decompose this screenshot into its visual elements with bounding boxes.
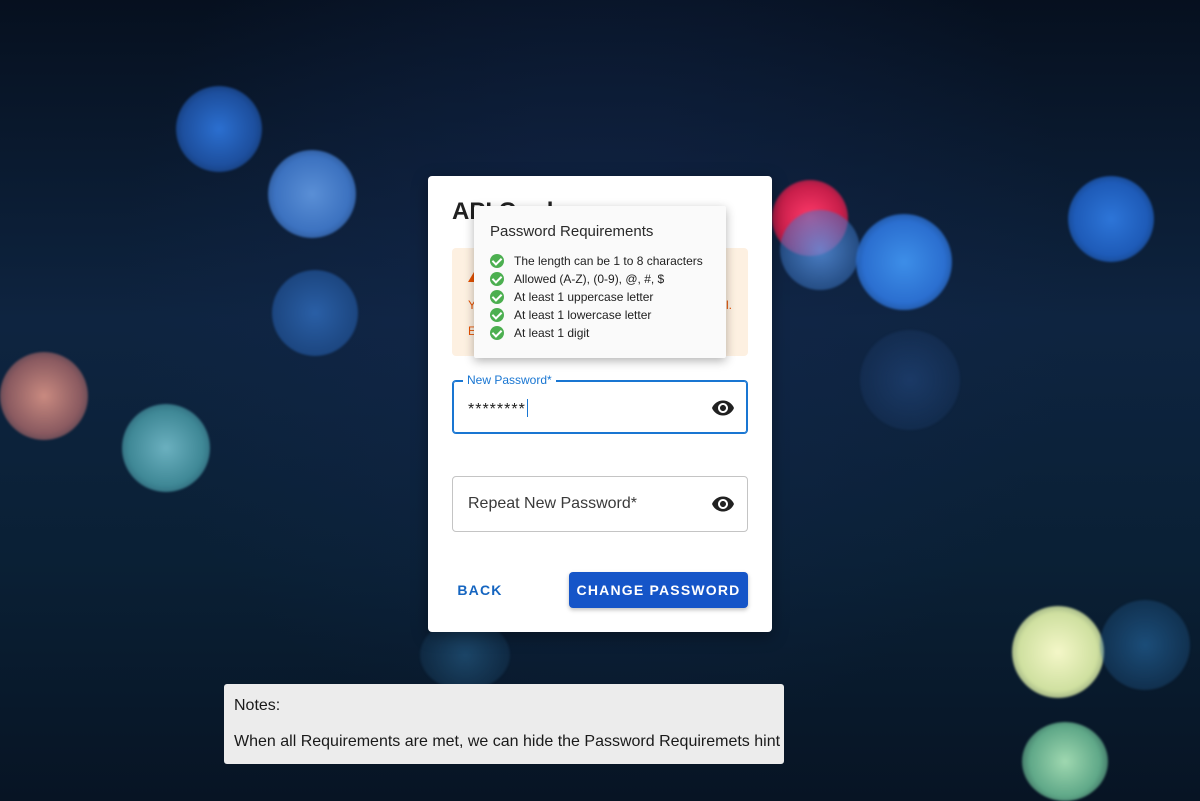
password-requirements-popover: Password Requirements The length can be …: [474, 206, 726, 358]
requirement-item: At least 1 lowercase letter: [490, 306, 703, 324]
requirement-item: The length can be 1 to 8 characters: [490, 252, 703, 270]
alert-text-tail: l.: [726, 298, 732, 312]
bokeh-light: [176, 86, 262, 172]
bokeh-light: [1068, 176, 1154, 262]
notes-body: When all Requirements are met, we can hi…: [234, 733, 781, 750]
bokeh-light: [1012, 606, 1104, 698]
requirement-text: At least 1 lowercase letter: [514, 308, 652, 322]
requirement-text: Allowed (A-Z), (0-9), @, #, $: [514, 272, 665, 286]
requirement-text: The length can be 1 to 8 characters: [514, 254, 703, 268]
bokeh-light: [1100, 600, 1190, 690]
visibility-icon[interactable]: [711, 396, 735, 420]
bokeh-light: [780, 210, 860, 290]
new-password-label: New Password*: [463, 373, 556, 387]
requirement-text: At least 1 digit: [514, 326, 590, 340]
bokeh-light: [856, 214, 952, 310]
notes-title: Notes:: [234, 697, 281, 714]
bokeh-light: [860, 330, 960, 430]
check-circle-icon: [490, 326, 504, 340]
requirements-title: Password Requirements: [490, 223, 654, 240]
requirement-text: At least 1 uppercase letter: [514, 290, 654, 304]
requirement-item: Allowed (A-Z), (0-9), @, #, $: [490, 270, 703, 288]
new-password-input[interactable]: ********: [468, 399, 528, 419]
bokeh-light: [272, 270, 358, 356]
back-button[interactable]: BACK: [452, 572, 508, 608]
requirement-item: At least 1 uppercase letter: [490, 288, 703, 306]
requirement-item: At least 1 digit: [490, 324, 703, 342]
new-password-value: ********: [468, 401, 526, 418]
check-circle-icon: [490, 308, 504, 322]
visibility-icon[interactable]: [711, 492, 735, 516]
change-password-button[interactable]: CHANGE PASSWORD: [569, 572, 748, 608]
bokeh-light: [1022, 722, 1108, 801]
bokeh-light: [122, 404, 210, 492]
check-circle-icon: [490, 290, 504, 304]
requirements-list: The length can be 1 to 8 characters Allo…: [490, 252, 703, 342]
repeat-password-field[interactable]: Repeat New Password*: [452, 476, 748, 532]
text-caret: [526, 399, 528, 417]
notes-box: Notes: When all Requirements are met, we…: [224, 684, 784, 764]
repeat-password-input[interactable]: Repeat New Password*: [468, 495, 637, 513]
check-circle-icon: [490, 254, 504, 268]
bokeh-light: [268, 150, 356, 238]
new-password-field[interactable]: New Password* ********: [452, 373, 748, 434]
check-circle-icon: [490, 272, 504, 286]
bokeh-light: [0, 352, 88, 440]
